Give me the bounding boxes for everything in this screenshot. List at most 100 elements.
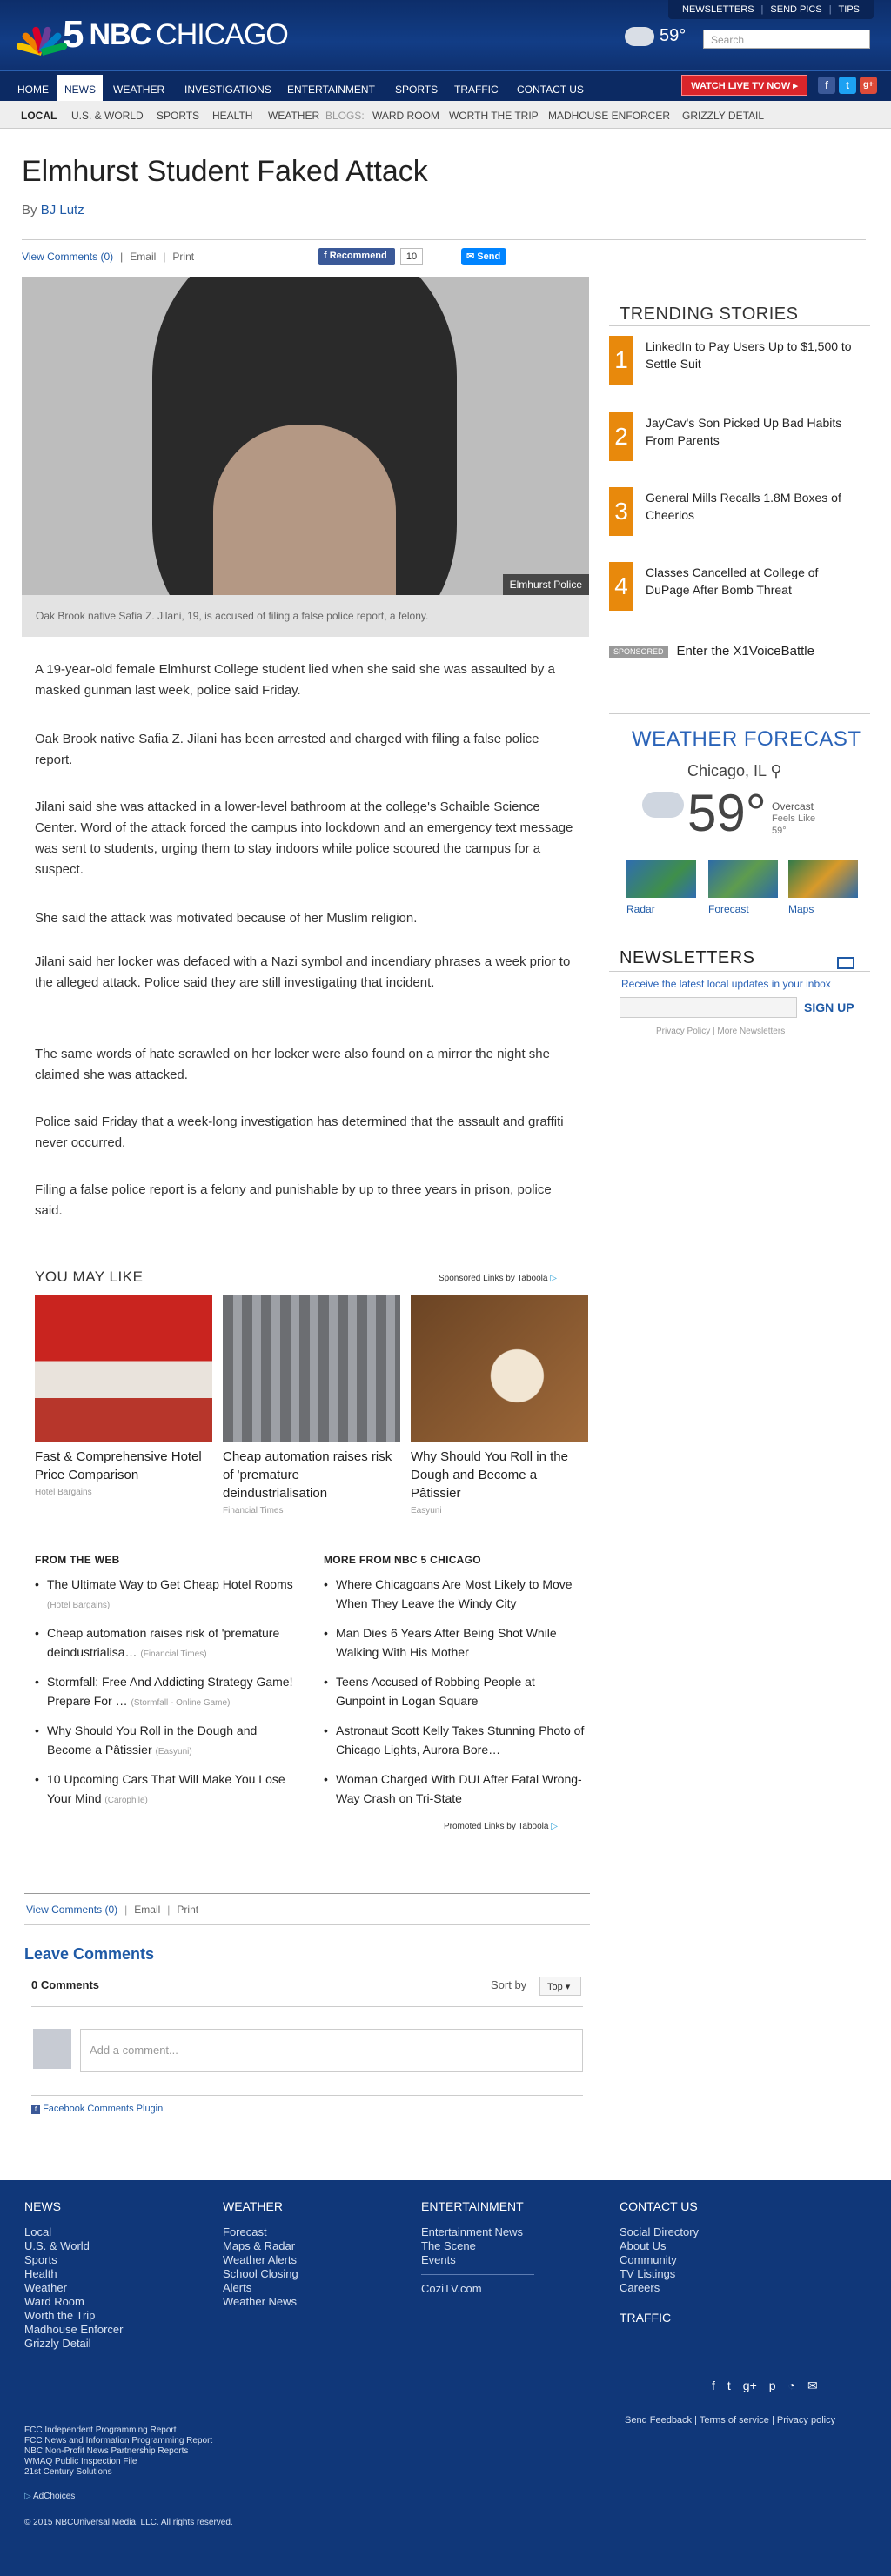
print-link[interactable]: Print — [177, 1904, 198, 1916]
messenger-send-button[interactable]: ✉ Send — [461, 248, 506, 265]
twitter-icon[interactable]: t — [839, 77, 856, 94]
promoted-links-label[interactable]: Promoted Links by Taboola ▷ — [444, 1822, 558, 1831]
footer-link[interactable]: Sports — [24, 2253, 198, 2267]
email-link[interactable]: Email — [134, 1904, 160, 1916]
nav-investigations[interactable]: INVESTIGATIONS — [178, 78, 278, 103]
footer-link[interactable]: Weather News — [223, 2295, 397, 2309]
card-title[interactable]: Fast & Comprehensive Hotel Price Compari… — [35, 1448, 212, 1484]
newsletters-link[interactable]: NEWSLETTERS — [682, 4, 754, 15]
nav-home[interactable]: HOME — [10, 78, 56, 103]
newsletter-signup-button[interactable]: SIGN UP — [804, 1000, 854, 1014]
radar-thumbnail[interactable] — [626, 860, 696, 898]
footer-heading[interactable]: CONTACT US — [620, 2199, 794, 2213]
web-link[interactable]: The Ultimate Way to Get Cheap Hotel Room… — [35, 1575, 296, 1616]
footer-heading[interactable]: NEWS — [24, 2199, 198, 2213]
forecast-link[interactable]: Forecast — [708, 903, 749, 915]
recommended-card[interactable]: Fast & Comprehensive Hotel Price Compari… — [35, 1295, 212, 1497]
footer-legal-links[interactable]: Send Feedback | Terms of service | Priva… — [625, 2415, 835, 2425]
facebook-icon[interactable]: f — [712, 2379, 715, 2393]
factory-image[interactable] — [223, 1295, 400, 1442]
card-title[interactable]: Cheap automation raises risk of 'prematu… — [223, 1448, 400, 1502]
footer-link[interactable]: Health — [24, 2267, 198, 2281]
tips-link[interactable]: TIPS — [839, 4, 860, 15]
nbc-link[interactable]: Where Chicagoans Are Most Likely to Move… — [324, 1575, 585, 1613]
facebook-icon[interactable]: f — [818, 77, 835, 94]
footer-link[interactable]: Weather Alerts — [223, 2253, 397, 2267]
rss-icon[interactable]: ◔ — [788, 2379, 795, 2393]
recommended-card[interactable]: Cheap automation raises risk of 'prematu… — [223, 1295, 400, 1515]
taboola-label[interactable]: Sponsored Links by Taboola ▷ — [439, 1274, 557, 1283]
subnav-weather[interactable]: WEATHER — [268, 110, 319, 122]
trending-item[interactable]: 2 JayCav's Son Picked Up Bad Habits From … — [609, 412, 870, 468]
footer-heading[interactable]: TRAFFIC — [620, 2311, 794, 2325]
subnav-worth-the-trip[interactable]: WORTH THE TRIP — [449, 110, 539, 122]
radar-link[interactable]: Radar — [626, 903, 655, 915]
fcc-link[interactable]: FCC News and Information Programming Rep… — [24, 2436, 212, 2446]
maps-link[interactable]: Maps — [788, 903, 814, 915]
sponsored-item[interactable]: SPONSORED Enter the X1VoiceBattle — [609, 644, 814, 659]
adchoices-link[interactable]: ▷ AdChoices — [24, 2492, 75, 2502]
web-link[interactable]: 10 Upcoming Cars That Will Make You Lose… — [35, 1770, 296, 1810]
nbc-link[interactable]: Teens Accused of Robbing People at Gunpo… — [324, 1672, 585, 1710]
nbc-link[interactable]: Man Dies 6 Years After Being Shot While … — [324, 1623, 585, 1662]
maps-thumbnail[interactable] — [788, 860, 858, 898]
footer-heading[interactable]: ENTERTAINMENT — [421, 2199, 595, 2213]
subnav-ward-room[interactable]: WARD ROOM — [372, 110, 439, 122]
facebook-recommend-button[interactable]: f Recommend — [318, 248, 395, 265]
subnav-us-world[interactable]: U.S. & WORLD — [71, 110, 144, 122]
link-title[interactable]: The Ultimate Way to Get Cheap Hotel Room… — [47, 1577, 293, 1591]
trending-item[interactable]: 3 General Mills Recalls 1.8M Boxes of Che… — [609, 487, 870, 543]
email-icon[interactable]: ✉ — [807, 2379, 818, 2393]
trending-title[interactable]: LinkedIn to Pay Users Up to $1,500 to Se… — [646, 338, 863, 372]
subnav-sports[interactable]: SPORTS — [157, 110, 199, 122]
footer-link[interactable]: U.S. & World — [24, 2239, 198, 2253]
forecast-thumbnail[interactable] — [708, 860, 778, 898]
footer-heading[interactable]: WEATHER — [223, 2199, 397, 2213]
footer-link[interactable]: TV Listings — [620, 2267, 794, 2281]
footer-link[interactable]: The Scene — [421, 2239, 595, 2253]
footer-link[interactable]: Local — [24, 2225, 198, 2239]
adchoices-text[interactable]: AdChoices — [33, 2492, 75, 2501]
footer-link[interactable]: Community — [620, 2253, 794, 2267]
nav-news[interactable]: NEWS — [57, 75, 103, 103]
footer-link[interactable]: Maps & Radar — [223, 2239, 397, 2253]
nav-sports[interactable]: SPORTS — [388, 78, 445, 103]
fcc-link[interactable]: 21st Century Solutions — [24, 2467, 212, 2478]
trending-item[interactable]: 4 Classes Cancelled at College of DuPage … — [609, 562, 870, 618]
newsletter-email-input[interactable] — [620, 997, 797, 1018]
subnav-local[interactable]: LOCAL — [21, 110, 57, 122]
search-input[interactable]: Search — [703, 30, 870, 49]
article-photo[interactable]: Elmhurst Police — [22, 277, 589, 595]
trending-title[interactable]: Classes Cancelled at College of DuPage A… — [646, 564, 863, 599]
baking-image[interactable] — [411, 1295, 588, 1442]
google-plus-icon[interactable]: g+ — [743, 2379, 757, 2393]
link-title[interactable]: 10 Upcoming Cars That Will Make You Lose… — [47, 1772, 285, 1805]
pinterest-icon[interactable]: p — [769, 2379, 776, 2393]
twitter-icon[interactable]: t — [727, 2379, 731, 2393]
nbc-link[interactable]: Woman Charged With DUI After Fatal Wrong… — [324, 1770, 585, 1808]
footer-link[interactable]: CoziTV.com — [421, 2282, 595, 2296]
author-link[interactable]: BJ Lutz — [41, 203, 84, 217]
footer-link[interactable]: Forecast — [223, 2225, 397, 2239]
footer-link[interactable]: Events — [421, 2253, 595, 2267]
footer-link[interactable]: About Us — [620, 2239, 794, 2253]
web-link[interactable]: Why Should You Roll in the Dough and Bec… — [35, 1721, 296, 1762]
newsletter-links[interactable]: Privacy Policy | More Newsletters — [656, 1027, 785, 1036]
footer-link[interactable]: Weather — [24, 2281, 198, 2295]
footer-link[interactable]: Careers — [620, 2281, 794, 2295]
send-pics-link[interactable]: SEND PICS — [770, 4, 821, 15]
hotel-room-image[interactable] — [35, 1295, 212, 1442]
subnav-health[interactable]: HEALTH — [212, 110, 252, 122]
nbc-link[interactable]: Astronaut Scott Kelly Takes Stunning Pho… — [324, 1721, 585, 1759]
nav-weather[interactable]: WEATHER — [106, 78, 171, 103]
footer-link[interactable]: Worth the Trip — [24, 2309, 198, 2323]
comment-input[interactable]: Add a comment... — [80, 2029, 583, 2072]
footer-link[interactable]: Grizzly Detail — [24, 2337, 198, 2351]
weather-city[interactable]: Chicago, IL ⚲ — [687, 762, 782, 780]
footer-link[interactable]: Entertainment News — [421, 2225, 595, 2239]
print-link[interactable]: Print — [172, 251, 194, 263]
view-comments-link[interactable]: View Comments (0) — [26, 1904, 117, 1916]
google-plus-icon[interactable]: g+ — [860, 77, 877, 94]
trending-title[interactable]: General Mills Recalls 1.8M Boxes of Chee… — [646, 489, 863, 524]
footer-link[interactable]: Ward Room — [24, 2295, 198, 2309]
